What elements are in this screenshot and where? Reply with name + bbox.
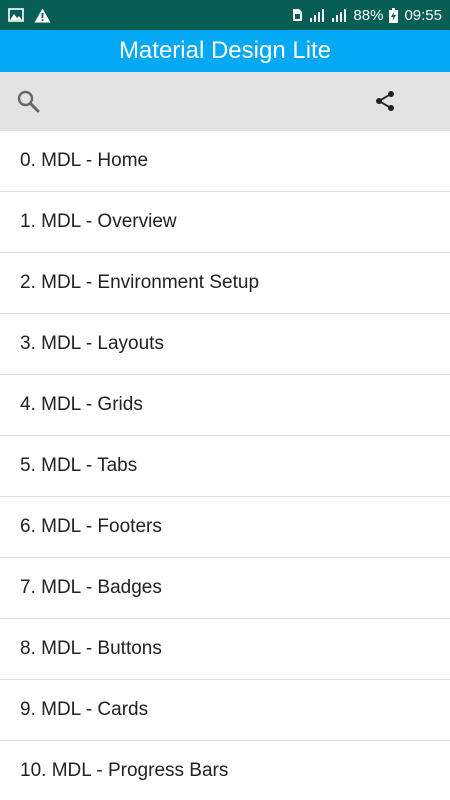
list-item-overview[interactable]: 1. MDL - Overview <box>0 192 450 253</box>
search-icon <box>16 89 40 113</box>
share-button[interactable] <box>370 86 400 116</box>
list-item-label: 3. MDL - Layouts <box>20 333 164 354</box>
list-item-label: 1. MDL - Overview <box>20 211 177 232</box>
topic-list: 0. MDL - Home 1. MDL - Overview 2. MDL -… <box>0 131 450 800</box>
list-item-layouts[interactable]: 3. MDL - Layouts <box>0 314 450 375</box>
signal-icon <box>309 8 325 22</box>
list-item-label: 8. MDL - Buttons <box>20 638 162 659</box>
battery-percent: 88% <box>353 6 384 24</box>
signal-icon <box>331 8 347 22</box>
gallery-icon <box>8 8 24 22</box>
clock: 09:55 <box>404 6 442 24</box>
search-button[interactable] <box>13 86 43 116</box>
list-item-environment-setup[interactable]: 2. MDL - Environment Setup <box>0 253 450 314</box>
list-item-cards[interactable]: 9. MDL - Cards <box>0 680 450 741</box>
list-item-home[interactable]: 0. MDL - Home <box>0 131 450 192</box>
toolbar <box>0 72 450 131</box>
list-item-grids[interactable]: 4. MDL - Grids <box>0 375 450 436</box>
list-item-tabs[interactable]: 5. MDL - Tabs <box>0 436 450 497</box>
list-item-badges[interactable]: 7. MDL - Badges <box>0 558 450 619</box>
list-item-label: 2. MDL - Environment Setup <box>20 272 260 293</box>
list-item-progress-bars[interactable]: 10. MDL - Progress Bars <box>0 741 450 800</box>
warning-icon <box>34 8 51 23</box>
list-item-label: 10. MDL - Progress Bars <box>20 760 229 781</box>
app-bar: Material Design Lite <box>0 30 450 72</box>
sim-icon <box>292 8 303 22</box>
list-item-buttons[interactable]: 8. MDL - Buttons <box>0 619 450 680</box>
status-right: 88% 09:55 <box>292 7 442 24</box>
battery-charging-icon <box>389 7 399 23</box>
share-icon <box>374 90 396 112</box>
list-item-footers[interactable]: 6. MDL - Footers <box>0 497 450 558</box>
list-item-label: 0. MDL - Home <box>20 150 149 171</box>
list-item-label: 6. MDL - Footers <box>20 516 162 537</box>
list-item-label: 4. MDL - Grids <box>20 394 143 415</box>
list-item-label: 7. MDL - Badges <box>20 577 162 598</box>
app-title: Material Design Lite <box>118 37 332 64</box>
list-item-label: 9. MDL - Cards <box>20 699 149 720</box>
status-left <box>8 8 51 23</box>
list-item-label: 5. MDL - Tabs <box>20 455 138 476</box>
status-bar: 88% 09:55 <box>0 0 450 30</box>
